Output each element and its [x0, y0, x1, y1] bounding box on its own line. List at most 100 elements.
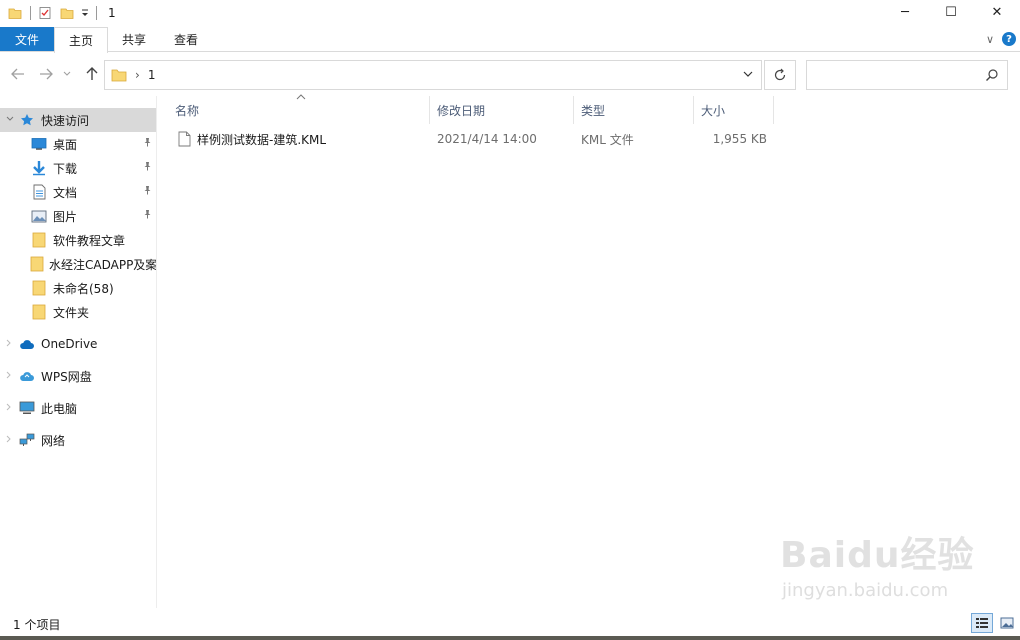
tab-share[interactable]: 共享	[108, 27, 160, 51]
nav-label: 软件教程文章	[53, 233, 126, 248]
watermark-url: jingyan.baidu.com	[782, 580, 949, 601]
column-header-modified[interactable]: 修改日期	[430, 96, 574, 124]
ribbon-controls: ∨ ?	[986, 32, 1016, 46]
folder-icon	[30, 303, 48, 321]
address-bar[interactable]: › 1	[104, 60, 762, 90]
nav-label: 此电脑	[41, 401, 78, 416]
nav-label: OneDrive	[41, 337, 98, 351]
breadcrumb-separator: ›	[135, 68, 140, 82]
pin-icon	[143, 161, 152, 174]
folder-icon	[30, 279, 48, 297]
nav-label: 水经注CADAPP及案	[49, 257, 156, 272]
nav-quick-access[interactable]: 快速访问	[0, 108, 156, 132]
nav-label: 网络	[41, 433, 66, 448]
breadcrumb-item[interactable]: 1	[148, 68, 156, 82]
folder-icon	[111, 68, 127, 82]
navigation-pane: 快速访问 桌面 下载 文档 图片 软件教程文章 水经注CADAPP及案 未命名(…	[0, 108, 156, 608]
onedrive-icon	[18, 335, 36, 353]
nav-label: 图片	[53, 209, 78, 224]
window-controls: ─ ☐ ✕	[882, 0, 1020, 26]
new-folder-icon[interactable]	[58, 4, 76, 22]
nav-onedrive[interactable]: OneDrive	[0, 332, 156, 356]
nav-item-folder[interactable]: 软件教程文章	[0, 228, 156, 252]
pin-icon	[143, 137, 152, 150]
nav-item-pictures[interactable]: 图片	[0, 204, 156, 228]
nav-item-folder[interactable]: 水经注CADAPP及案	[0, 252, 156, 276]
expand-arrow-icon[interactable]	[6, 403, 18, 414]
wps-cloud-icon	[18, 367, 36, 385]
collapse-arrow-icon[interactable]	[6, 115, 18, 125]
minimize-button[interactable]: ─	[882, 0, 928, 24]
file-modified: 2021/4/14 14:00	[437, 132, 537, 146]
watermark: Baidu经验 jingyan.baidu.com	[780, 526, 980, 616]
file-row[interactable]: 样例测试数据-建筑.KML 2021/4/14 14:00 KML 文件 1,9…	[168, 128, 1008, 150]
recent-locations-dropdown[interactable]	[62, 66, 72, 82]
column-header-type[interactable]: 类型	[574, 96, 694, 124]
nav-item-documents[interactable]: 文档	[0, 180, 156, 204]
details-view-button[interactable]	[971, 613, 993, 633]
search-input[interactable]	[806, 60, 1008, 90]
desktop-icon	[30, 135, 48, 153]
view-switcher	[971, 613, 1018, 633]
maximize-button[interactable]: ☐	[928, 0, 974, 24]
file-type: KML 文件	[581, 132, 634, 147]
back-button[interactable]	[10, 66, 26, 82]
pin-icon	[143, 185, 152, 198]
help-button[interactable]: ?	[1002, 32, 1016, 46]
address-row: › 1	[0, 58, 1020, 92]
nav-label: 快速访问	[41, 113, 90, 128]
pin-icon	[143, 209, 152, 222]
nav-this-pc[interactable]: 此电脑	[0, 396, 156, 420]
tab-view[interactable]: 查看	[160, 27, 212, 51]
nav-network[interactable]: 网络	[0, 428, 156, 452]
window-title: 1	[108, 6, 116, 20]
nav-item-desktop[interactable]: 桌面	[0, 132, 156, 156]
this-pc-icon	[18, 399, 36, 417]
nav-item-folder[interactable]: 未命名(58)	[0, 276, 156, 300]
nav-label: 桌面	[53, 137, 78, 152]
close-button[interactable]: ✕	[974, 0, 1020, 24]
nav-wps-cloud[interactable]: WPS网盘	[0, 364, 156, 388]
expand-arrow-icon[interactable]	[6, 435, 18, 446]
folder-icon	[30, 231, 48, 249]
status-bar: 1 个项目	[0, 612, 1020, 636]
search-icon	[985, 68, 999, 85]
column-header-size[interactable]: 大小	[694, 96, 774, 124]
refresh-button[interactable]	[764, 60, 796, 90]
network-icon	[18, 431, 36, 449]
nav-label: 文件夹	[53, 305, 90, 320]
column-header-name[interactable]: 名称	[168, 96, 430, 124]
pane-splitter[interactable]	[156, 96, 157, 608]
folder-icon	[30, 255, 44, 273]
properties-icon[interactable]	[36, 4, 54, 22]
star-icon	[18, 111, 36, 129]
nav-item-downloads[interactable]: 下载	[0, 156, 156, 180]
explorer-window: 1 ─ ☐ ✕ 文件 主页 共享 查看 ∨ ? › 1 快速访问 桌面 下载 文…	[0, 0, 1020, 640]
nav-label: 下载	[53, 161, 78, 176]
tab-home[interactable]: 主页	[54, 27, 109, 53]
watermark-logo: Baidu经验	[780, 535, 975, 576]
forward-button[interactable]	[38, 66, 54, 82]
folder-icon	[6, 4, 24, 22]
item-count: 1 个项目	[13, 617, 61, 632]
file-name: 样例测试数据-建筑.KML	[197, 132, 327, 147]
up-button[interactable]	[84, 66, 100, 82]
quick-access-toolbar: 1	[0, 0, 116, 26]
expand-ribbon-button[interactable]: ∨	[986, 33, 994, 46]
document-icon	[30, 183, 48, 201]
large-icons-view-button[interactable]	[996, 613, 1018, 633]
nav-item-folder[interactable]: 文件夹	[0, 300, 156, 324]
download-icon	[30, 159, 48, 177]
tab-file[interactable]: 文件	[0, 27, 54, 51]
file-list: 名称 修改日期 类型 大小 样例测试数据-建筑.KML 2021/4/14 14…	[168, 94, 1008, 150]
address-dropdown-icon[interactable]	[743, 68, 753, 81]
nav-label: 未命名(58)	[53, 281, 114, 296]
taskbar-edge	[0, 636, 1020, 640]
customize-dropdown-icon[interactable]	[80, 4, 90, 22]
expand-arrow-icon[interactable]	[6, 339, 18, 350]
expand-arrow-icon[interactable]	[6, 371, 18, 382]
